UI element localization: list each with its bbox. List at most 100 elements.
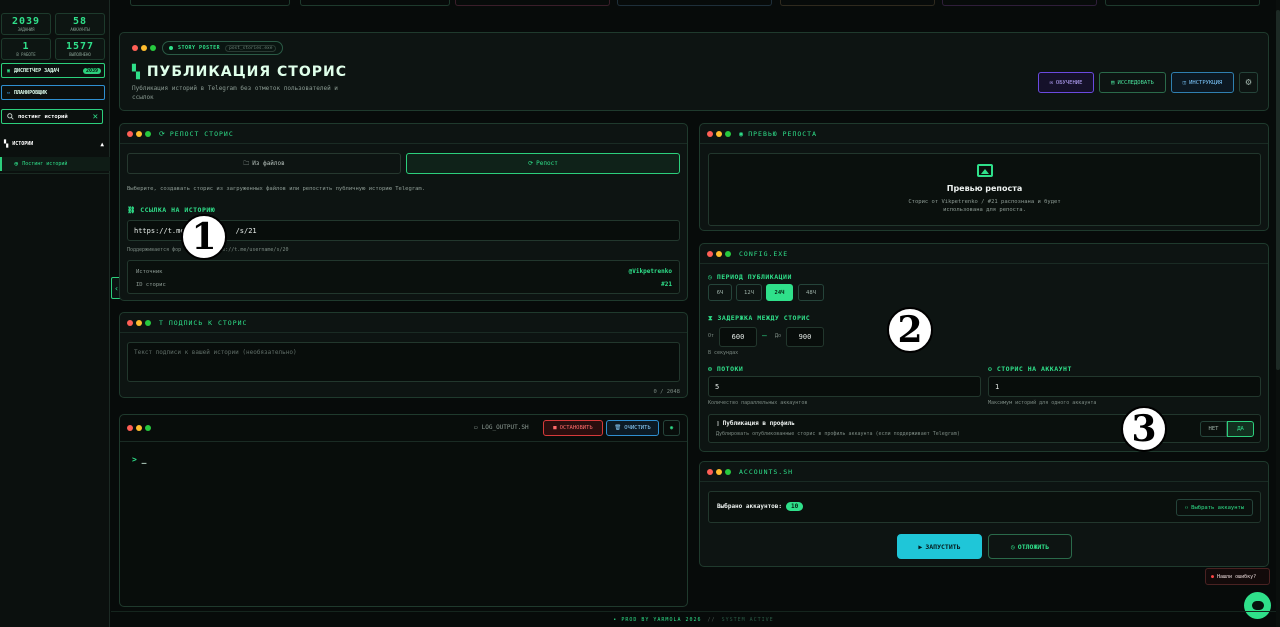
panel-title: T ПОДПИСЬ К СТОРИС	[159, 318, 248, 327]
choose-accounts-button[interactable]: ⚇ Выбрать аккаунты	[1176, 499, 1253, 516]
top-card-strip	[130, 0, 1260, 8]
period-value: 6Ч	[716, 289, 724, 296]
plus-circle-icon: ⊕	[14, 160, 19, 168]
choose-label: Выбрать аккаунты	[1191, 504, 1245, 511]
threads-value: 5	[715, 382, 720, 391]
sidebar-item-story-posting[interactable]: ⊕ Постинг историй	[0, 157, 110, 171]
delay-from-input[interactable]: 600	[719, 327, 757, 347]
period-label-text: ПЕРИОД ПУБЛИКАЦИИ	[716, 273, 792, 281]
stat-value: 1577	[65, 41, 95, 52]
prompt-symbol: >	[132, 455, 137, 464]
stat-label: в работе	[16, 52, 36, 57]
planner-label: ПЛАНИРОВЩИК	[14, 89, 48, 96]
annotation-number: 1	[191, 216, 217, 258]
view-log-button[interactable]: ◉	[663, 420, 680, 436]
learning-label: ОБУЧЕНИЕ	[1055, 79, 1083, 86]
log-file-name: LOG_OUTPUT.SH	[481, 424, 529, 431]
eye-icon: ◉	[669, 425, 674, 431]
period-6h[interactable]: 6Ч	[708, 284, 732, 301]
postpone-label: ОТЛОЖИТЬ	[1017, 542, 1050, 551]
profile-title-text: Публикация в профиль	[722, 420, 795, 427]
profile-no-button[interactable]: НЕТ	[1200, 421, 1227, 437]
postpone-button[interactable]: ◷ ОТЛОЖИТЬ	[988, 534, 1072, 559]
book-icon: ◫	[1182, 79, 1187, 86]
period-24h[interactable]: 24Ч	[766, 284, 793, 301]
range-dash: —	[762, 331, 767, 340]
dispatcher-button[interactable]: ▣ ДИСПЕТЧЕР ЗАДАЧ 2039	[1, 63, 105, 78]
clear-search-icon[interactable]: ✕	[93, 112, 98, 122]
scrollbar-thumb[interactable]	[1276, 10, 1280, 370]
divider	[0, 173, 110, 174]
footer: • PROD BY YARMOLA 2026 // SYSTEM ACTIVE	[111, 611, 1276, 627]
period-12h[interactable]: 12Ч	[736, 284, 762, 301]
delay-label: ⧗ ЗАДЕРЖКА МЕЖДУ СТОРИС	[708, 314, 810, 323]
annotation-marker: 2	[887, 307, 933, 353]
caption-textarea[interactable]: Текст подписи к вашей истории (необязате…	[127, 342, 680, 382]
status-dot-icon	[169, 46, 173, 50]
clock-icon: ◷	[1010, 542, 1015, 551]
planner-button[interactable]: ▭ ПЛАНИРОВЩИК	[1, 85, 105, 100]
stat-label: аккаунты	[70, 27, 90, 32]
annotation-number: 2	[897, 309, 923, 351]
stat-accounts: 58 аккаунты	[55, 13, 105, 35]
clear-button[interactable]: 🗑 ОЧИСТИТЬ	[606, 420, 659, 436]
stat-label: задания	[17, 27, 35, 32]
panel-title: CONFIG.EXE	[739, 249, 789, 258]
caption-panel: T ПОДПИСЬ К СТОРИС Текст подписи к вашей…	[119, 312, 688, 398]
eye-icon: ◉	[739, 129, 744, 138]
clear-label: ОЧИСТИТЬ	[624, 425, 651, 431]
link-label-text: ССЫЛКА НА ИСТОРИЮ	[140, 206, 216, 214]
scrollbar[interactable]	[1276, 0, 1280, 627]
link-value-part: /s/21	[235, 226, 257, 235]
source-value: @Vikpetrenko	[628, 268, 672, 275]
threads-icon: ⊜	[708, 365, 713, 373]
clock-icon: ◷	[708, 273, 713, 281]
stop-button[interactable]: ■ ОСТАНОВИТЬ	[543, 420, 603, 436]
tab-label: Репост	[536, 160, 558, 167]
no-label: НЕТ	[1208, 426, 1219, 432]
panel-title: ПРЕВЬЮ РЕПОСТА	[748, 129, 818, 138]
stat-in-progress: 1в работе	[1, 38, 51, 60]
section-stories[interactable]: ▚ Истории ▲	[4, 139, 104, 149]
profile-hint: Дублировать опубликованные сторис в проф…	[716, 431, 960, 437]
chat-icon	[1251, 601, 1264, 610]
document-icon: ▤	[1111, 79, 1115, 86]
run-button[interactable]: ▶ ЗАПУСТИТЬ	[897, 534, 982, 559]
hourglass-icon: ⧗	[708, 314, 714, 322]
delay-label-text: ЗАДЕРЖКА МЕЖДУ СТОРИС	[717, 314, 811, 322]
image-icon	[976, 164, 993, 177]
settings-button[interactable]: ⚙	[1239, 72, 1258, 93]
tab-from-files[interactable]: 🗀 Из файлов	[127, 153, 401, 174]
footer-separator: //	[707, 616, 716, 623]
threads-input[interactable]: 5	[708, 376, 981, 397]
stat-done: 1577 выполнено	[55, 38, 105, 60]
search-input[interactable]: постинг историй	[18, 114, 68, 120]
profile-yes-button[interactable]: ДА	[1227, 421, 1254, 437]
instruction-button[interactable]: ◫ ИНСТРУКЦИЯ	[1171, 72, 1234, 93]
preview-panel: ◉ ПРЕВЬЮ РЕПОСТА Превью репоста Сторис от…	[699, 123, 1269, 231]
report-bug-button[interactable]: ● Нашли ошибку?	[1205, 568, 1270, 585]
search-icon	[7, 113, 14, 120]
selected-accounts-box: Выбрано аккаунтов: 10 ⚇ Выбрать аккаунты	[708, 491, 1261, 523]
per-account-input[interactable]: 1	[988, 376, 1261, 397]
search-field[interactable]: постинг историй ✕	[1, 109, 103, 124]
page-title-row: ▚ ПУБЛИКАЦИЯ СТОРИС	[132, 64, 347, 80]
phone-icon: ▯	[716, 420, 720, 427]
research-label: ИССЛЕДОВАТЬ	[1117, 79, 1154, 86]
preview-text: использована для репоста.	[943, 207, 1026, 213]
preview-heading: Превью репоста	[946, 184, 1023, 193]
source-info-box: Источник @Vikpetrenko ID сторис #21	[127, 260, 680, 294]
refresh-icon: ⟳	[159, 129, 165, 138]
delay-to-input[interactable]: 900	[786, 327, 824, 347]
panel-header: ⟳ РЕПОСТ СТОРИС	[120, 124, 687, 144]
log-panel: ▭ LOG_OUTPUT.SH ■ ОСТАНОВИТЬ 🗑 ОЧИСТИТЬ ◉ >…	[119, 414, 688, 607]
chevron-up-icon[interactable]: ▲	[100, 141, 104, 148]
period-label: ◷ ПЕРИОД ПУБЛИКАЦИИ	[708, 273, 792, 281]
tab-repost[interactable]: ⟳ Репост	[406, 153, 680, 174]
learning-button[interactable]: ✉ ОБУЧЕНИЕ	[1038, 72, 1094, 93]
research-button[interactable]: ▤ ИССЛЕДОВАТЬ	[1099, 72, 1166, 93]
page-title: ПУБЛИКАЦИЯ СТОРИС	[146, 64, 347, 80]
seconds-hint: В секундах	[708, 350, 739, 356]
link-icon: ⛓	[127, 206, 136, 214]
period-48h[interactable]: 48Ч	[798, 284, 824, 301]
